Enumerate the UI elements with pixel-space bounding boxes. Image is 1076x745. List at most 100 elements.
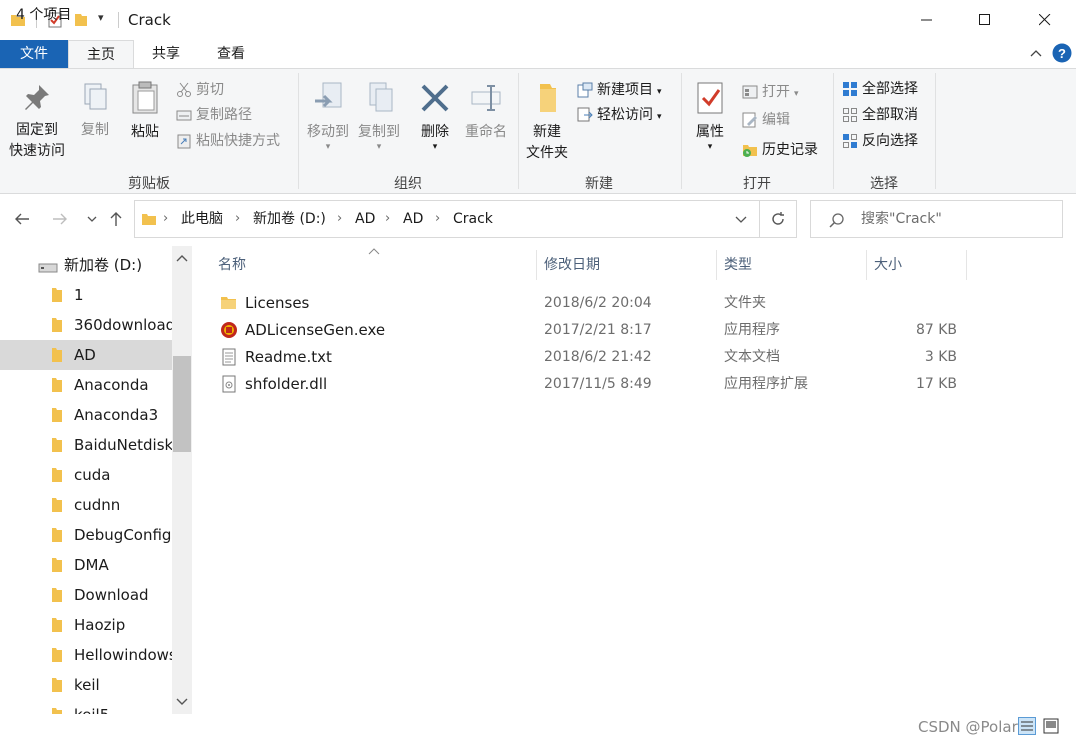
breadcrumb-separator-icon[interactable]: › — [385, 201, 390, 237]
refresh-icon — [772, 212, 784, 225]
copy-to-button[interactable]: 复制到 ▾ — [354, 81, 404, 152]
help-icon[interactable]: ? — [1052, 43, 1072, 63]
dll-file-icon — [222, 375, 236, 393]
qa-dropdown-icon[interactable]: ▾ — [98, 11, 104, 24]
nav-scrollbar[interactable] — [172, 246, 192, 714]
nav-folder-item[interactable]: DebugConfig — [0, 520, 172, 550]
column-header-name[interactable]: 名称 — [218, 250, 246, 280]
edit-label: 编辑 — [762, 112, 790, 128]
move-to-button[interactable]: 移动到 ▾ — [302, 81, 354, 152]
nav-folder-item[interactable]: 1 — [0, 280, 172, 310]
large-icons-view-icon[interactable] — [1042, 717, 1060, 735]
pin-to-quick-access-button[interactable]: 固定到 快速访问 — [4, 81, 70, 162]
divider[interactable] — [716, 250, 717, 280]
nav-folder-item[interactable]: Haozip — [0, 610, 172, 640]
select-none-label: 全部取消 — [862, 107, 918, 123]
edit-button[interactable]: 编辑 — [742, 109, 790, 131]
select-all-button[interactable]: 全部选择 — [842, 78, 918, 100]
nav-folder-item[interactable]: cudnn — [0, 490, 172, 520]
nav-folder-item[interactable]: 360downloads — [0, 310, 172, 340]
nav-folder-item[interactable]: cuda — [0, 460, 172, 490]
recent-locations-button[interactable] — [80, 205, 104, 233]
new-folder-icon[interactable] — [73, 12, 89, 28]
tab-home[interactable]: 主页 — [68, 40, 134, 68]
select-none-button[interactable]: 全部取消 — [842, 104, 918, 126]
collapse-ribbon-icon[interactable] — [1030, 48, 1042, 58]
nav-folder-item[interactable]: BaiduNetdiskDownload — [0, 430, 172, 460]
delete-label: 删除 — [421, 124, 449, 140]
file-row[interactable]: Readme.txt 2018/6/2 21:42 文本文档 3 KB — [214, 344, 964, 371]
folder-icon — [52, 558, 62, 572]
new-folder-button[interactable]: 新建 文件夹 — [522, 81, 572, 164]
cut-button[interactable]: 剪切 — [176, 79, 224, 101]
up-button[interactable] — [104, 205, 128, 233]
copy-button[interactable]: 复制 — [74, 81, 116, 141]
address-dropdown-icon[interactable] — [735, 216, 747, 224]
maximize-button[interactable] — [962, 0, 1008, 40]
paste-button[interactable]: 粘贴 — [124, 81, 166, 143]
breadcrumb-ad-2[interactable]: AD — [403, 201, 423, 237]
nav-folder-item[interactable]: Anaconda — [0, 370, 172, 400]
nav-folder-label: Download — [74, 586, 149, 604]
forward-button[interactable] — [48, 205, 72, 233]
nav-folder-item[interactable]: Anaconda3 — [0, 400, 172, 430]
column-header-date[interactable]: 修改日期 — [544, 250, 600, 280]
nav-drive-d[interactable]: 新加卷 (D:) — [0, 250, 172, 280]
search-box[interactable]: 搜索"Crack" — [810, 200, 1063, 238]
nav-folder-item[interactable]: DMA — [0, 550, 172, 580]
back-button[interactable] — [10, 205, 34, 233]
copy-path-button[interactable]: 复制路径 — [176, 104, 252, 126]
nav-folder-item[interactable]: keil5 — [0, 700, 172, 714]
breadcrumb-crack[interactable]: Crack — [453, 201, 493, 237]
refresh-button[interactable] — [759, 200, 797, 238]
nav-scrollbar-thumb[interactable] — [173, 356, 191, 452]
file-name: ADLicenseGen.exe — [245, 321, 386, 339]
divider[interactable] — [536, 250, 537, 280]
minimize-icon — [921, 19, 932, 21]
open-button[interactable]: 打开 ▾ — [742, 81, 799, 103]
new-item-button[interactable]: 新建项目 ▾ — [577, 79, 662, 101]
chevron-down-icon: ▾ — [657, 112, 662, 122]
invert-selection-button[interactable]: 反向选择 — [842, 130, 918, 152]
column-header-type[interactable]: 类型 — [724, 250, 752, 280]
divider[interactable] — [866, 250, 867, 280]
history-button[interactable]: 历史记录 — [742, 139, 818, 161]
minimize-button[interactable] — [904, 0, 950, 40]
scroll-down-icon[interactable] — [176, 698, 188, 706]
pin-icon — [25, 85, 49, 110]
new-group-label: 新建 — [585, 176, 613, 192]
delete-button[interactable]: 删除 ▾ — [414, 81, 456, 152]
address-bar[interactable]: › 此电脑 › 新加卷 (D:) › AD › AD › Crack — [134, 200, 760, 238]
scroll-up-icon[interactable] — [176, 254, 188, 262]
nav-folder-item[interactable]: keil — [0, 670, 172, 700]
divider[interactable] — [966, 250, 967, 280]
file-date-modified: 2017/11/5 8:49 — [544, 376, 652, 392]
column-header-size[interactable]: 大小 — [874, 250, 902, 280]
file-row[interactable]: ADLicenseGen.exe 2017/2/21 8:17 应用程序 87 KB — [214, 317, 964, 344]
tab-view[interactable]: 查看 — [198, 40, 264, 68]
breadcrumb-this-pc[interactable]: 此电脑 — [181, 201, 223, 237]
nav-folder-item[interactable]: AD — [0, 340, 172, 370]
search-input[interactable]: 搜索"Crack" — [861, 201, 942, 237]
breadcrumb-separator-icon[interactable]: › — [435, 201, 440, 237]
tab-share[interactable]: 共享 — [134, 40, 198, 68]
pin-label-line2: 快速访问 — [9, 143, 65, 159]
breadcrumb-separator-icon[interactable]: › — [337, 201, 342, 237]
tab-file[interactable]: 文件 — [0, 40, 68, 68]
nav-folder-item[interactable]: Download — [0, 580, 172, 610]
open-group-label: 打开 — [743, 176, 771, 192]
easy-access-button[interactable]: 轻松访问 ▾ — [577, 104, 662, 126]
breadcrumb-separator-icon[interactable]: › — [163, 201, 168, 237]
file-row[interactable]: Licenses 2018/6/2 20:04 文件夹 — [214, 290, 964, 317]
new-item-label: 新建项目 — [597, 82, 653, 98]
properties-button[interactable]: 属性 ▾ — [688, 81, 732, 152]
file-row[interactable]: shfolder.dll 2017/11/5 8:49 应用程序扩展 17 KB — [214, 371, 964, 398]
breadcrumb-separator-icon[interactable]: › — [235, 201, 240, 237]
nav-folder-item[interactable]: Hellowindows — [0, 640, 172, 670]
details-view-icon[interactable] — [1018, 717, 1036, 735]
breadcrumb-drive-d[interactable]: 新加卷 (D:) — [253, 201, 326, 237]
paste-shortcut-button[interactable]: 粘贴快捷方式 — [176, 130, 280, 152]
close-button[interactable] — [1022, 0, 1068, 40]
rename-button[interactable]: 重命名 — [460, 81, 512, 143]
breadcrumb-ad[interactable]: AD — [355, 201, 375, 237]
